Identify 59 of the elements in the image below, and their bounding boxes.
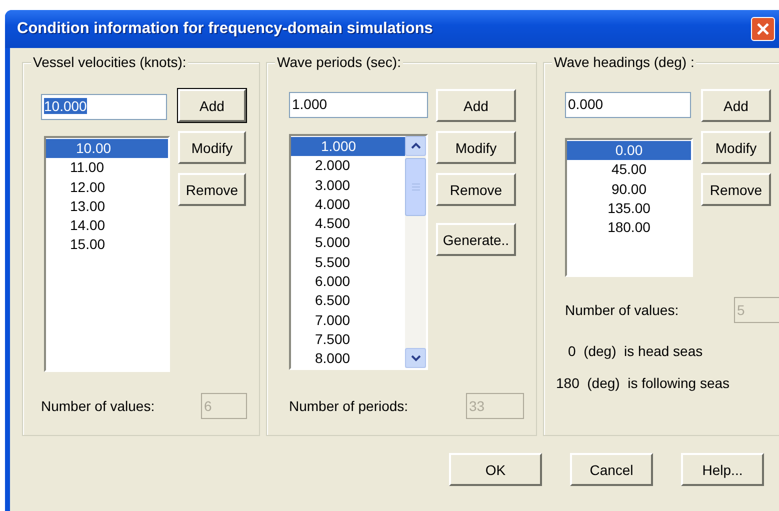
- input-field[interactable]: 10.000: [41, 94, 167, 120]
- scroll-down-button[interactable]: [405, 348, 426, 368]
- list-item[interactable]: 6.500: [291, 291, 405, 311]
- dialog-button[interactable]: Add: [178, 89, 246, 122]
- input-field[interactable]: 1.000: [289, 92, 428, 118]
- list-item[interactable]: 14.00: [46, 216, 168, 236]
- scrollbar[interactable]: [405, 136, 426, 368]
- group-title: Wave headings (deg) :: [552, 54, 696, 70]
- chevron-up-icon: [410, 142, 420, 150]
- list-item[interactable]: 180.00: [567, 218, 691, 238]
- dialog-button[interactable]: Help...: [681, 453, 764, 486]
- list-item[interactable]: 12.00: [46, 178, 168, 197]
- count-field: 5: [734, 297, 779, 323]
- list-item[interactable]: 6.000: [291, 272, 405, 292]
- list-item[interactable]: 0.00: [567, 141, 691, 160]
- dialog-button[interactable]: Add: [701, 89, 771, 122]
- note-text: 0 (deg) is head seas: [568, 343, 704, 359]
- input-field[interactable]: 0.000: [565, 92, 691, 118]
- dialog-button[interactable]: Modify: [178, 131, 246, 164]
- dialog-button[interactable]: Remove: [436, 173, 516, 206]
- dialog-button[interactable]: Modify: [436, 131, 516, 164]
- scroll-up-button[interactable]: [405, 136, 426, 156]
- list-item[interactable]: 45.00: [567, 160, 691, 180]
- dialog-button[interactable]: Cancel: [570, 453, 653, 486]
- dialog-button[interactable]: Remove: [178, 173, 246, 206]
- window-title: Condition information for frequency-domain simulations: [17, 20, 433, 38]
- scroll-thumb[interactable]: [405, 158, 426, 216]
- dialog-button[interactable]: OK: [449, 453, 542, 486]
- list-item[interactable]: 3.000: [291, 176, 405, 195]
- list-item[interactable]: 15.00: [46, 235, 168, 255]
- list-item[interactable]: 7.500: [291, 330, 405, 350]
- list-item[interactable]: 4.500: [291, 214, 405, 234]
- chevron-down-icon: [410, 354, 420, 362]
- list-item[interactable]: 8.000: [291, 349, 405, 369]
- dialog-button[interactable]: Modify: [701, 131, 771, 164]
- close-button[interactable]: [751, 17, 775, 41]
- count-label: Number of values:: [565, 302, 679, 318]
- list-item[interactable]: 11.00: [46, 158, 168, 178]
- list-item[interactable]: 10.00: [46, 139, 168, 158]
- count-field: 6: [201, 393, 247, 419]
- group-title: Wave periods (sec):: [275, 54, 403, 70]
- list-item[interactable]: 5.000: [291, 233, 405, 253]
- close-icon: [756, 22, 770, 36]
- count-field: 33: [466, 393, 524, 419]
- list-item[interactable]: 4.000: [291, 194, 405, 214]
- dialog-button[interactable]: Generate..: [436, 223, 516, 256]
- count-label: Number of values:: [41, 398, 155, 414]
- dialog-button[interactable]: Add: [436, 89, 516, 122]
- list-item[interactable]: 2.000: [291, 156, 405, 176]
- list-item[interactable]: 13.00: [46, 196, 168, 216]
- dialog-button[interactable]: Remove: [701, 173, 771, 206]
- list-item[interactable]: 135.00: [567, 198, 691, 218]
- note-text: 180 (deg) is following seas: [556, 375, 731, 391]
- list-item[interactable]: 5.500: [291, 252, 405, 272]
- list-item[interactable]: 1.000: [291, 137, 405, 156]
- count-label: Number of periods:: [289, 398, 408, 414]
- group-title: Vessel velocities (knots):: [31, 54, 188, 70]
- list-item[interactable]: 7.000: [291, 310, 405, 330]
- list-item[interactable]: 90.00: [567, 180, 691, 199]
